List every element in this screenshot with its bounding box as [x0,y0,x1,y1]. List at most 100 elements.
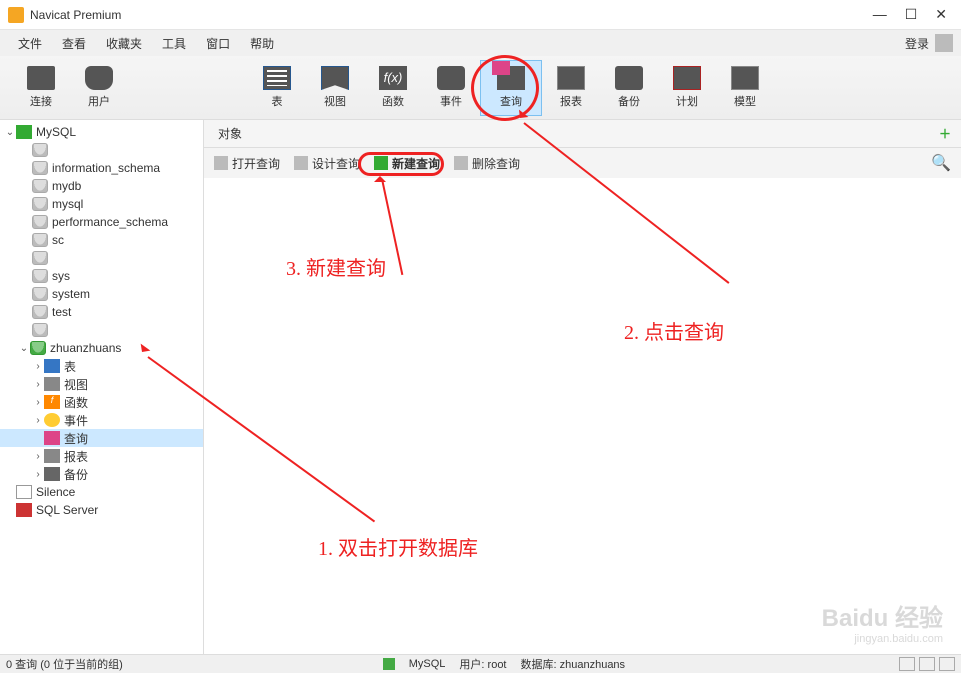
design-query-button[interactable]: 设计查询 [294,155,360,172]
tree-db[interactable]: sys [0,267,203,285]
search-icon: 🔍 [931,155,951,172]
database-icon [32,161,48,175]
query-icon [44,431,60,445]
tree-db[interactable]: information_schema [0,159,203,177]
connection-icon [16,125,32,139]
app-logo-icon [8,7,24,23]
tree-db[interactable]: mydb [0,177,203,195]
login-link[interactable]: 登录 [905,35,929,52]
view-icon [321,66,349,90]
toolbar-user-label: 用户 [88,93,110,109]
tree-node-label: 函数 [64,394,88,411]
toolbar-query-label: 查询 [500,93,522,109]
tab-objects[interactable]: 对象 [204,121,256,147]
tree-db-open[interactable]: ⌄ zhuanzhuans [0,339,203,357]
toolbar-query[interactable]: 查询 [480,60,542,116]
database-icon [32,233,48,247]
menu-tools[interactable]: 工具 [152,35,196,52]
backup-icon [44,467,60,481]
report-icon [557,66,585,90]
tree-node-label: 事件 [64,412,88,429]
menu-window[interactable]: 窗口 [196,35,240,52]
tree-db[interactable]: performance_schema [0,213,203,231]
open-icon [214,156,228,170]
toolbar-table-label: 表 [272,93,283,109]
toolbar-report[interactable]: 报表 [542,60,600,116]
tree-node-view[interactable]: ›视图 [0,375,203,393]
event-icon [437,66,465,90]
open-query-button[interactable]: 打开查询 [214,155,280,172]
tree-node-report[interactable]: ›报表 [0,447,203,465]
database-icon [32,269,48,283]
database-icon [32,143,48,157]
tree-node-function[interactable]: ›f函数 [0,393,203,411]
maximize-button[interactable]: ☐ [905,6,918,23]
toolbar-plan[interactable]: 计划 [658,60,716,116]
content-body [204,178,961,654]
toolbar-model[interactable]: 模型 [716,60,774,116]
tree-node-table[interactable]: ›表 [0,357,203,375]
view-grid-icon[interactable] [899,657,915,671]
status-db: 数据库: zhuanzhuans [521,656,626,672]
tab-row: 对象 ＋ [204,120,961,148]
tree-node-backup[interactable]: ›备份 [0,465,203,483]
database-icon [32,251,48,265]
design-icon [294,156,308,170]
tree-db[interactable] [0,321,203,339]
toolbar-backup[interactable]: 备份 [600,60,658,116]
toolbar-backup-label: 备份 [618,93,640,109]
minimize-button[interactable]: — [873,6,887,23]
database-icon [32,287,48,301]
toolbar-view[interactable]: 视图 [306,60,364,116]
tree-node-query[interactable]: 查询 [0,429,203,447]
view-list-icon[interactable] [919,657,935,671]
titlebar: Navicat Premium — ☐ ✕ [0,0,961,30]
delete-query-button[interactable]: 删除查询 [454,155,520,172]
tree-db-label: sys [52,269,70,283]
user-avatar-icon[interactable] [935,34,953,52]
report-icon [44,449,60,463]
toolbar-event-label: 事件 [440,93,462,109]
tree-db[interactable] [0,141,203,159]
backup-icon [615,66,643,90]
tree-node-label: 备份 [64,466,88,483]
tree-db[interactable] [0,249,203,267]
toolbar-function-label: 函数 [382,93,404,109]
new-query-label: 新建查询 [392,155,440,172]
toolbar-table[interactable]: 表 [248,60,306,116]
close-button[interactable]: ✕ [935,6,947,23]
tree-conn-mysql[interactable]: ⌄ MySQL [0,123,203,141]
toolbar-connect[interactable]: 连接 [12,60,70,116]
search-button[interactable]: 🔍 [931,153,951,173]
toolbar-report-label: 报表 [560,93,582,109]
query-toolbar: 打开查询 设计查询 新建查询 删除查询 🔍 [204,148,961,178]
toolbar-event[interactable]: 事件 [422,60,480,116]
tree-conn-silence[interactable]: Silence [0,483,203,501]
toolbar-user[interactable]: 用户 [70,60,128,116]
menu-favorites[interactable]: 收藏夹 [96,35,152,52]
tree-node-event[interactable]: ›事件 [0,411,203,429]
delete-query-label: 删除查询 [472,155,520,172]
view-detail-icon[interactable] [939,657,955,671]
tree-db[interactable]: mysql [0,195,203,213]
connection-tree[interactable]: ⌄ MySQL information_schema mydb mysql pe… [0,120,204,654]
tree-conn-label: MySQL [36,125,76,139]
toolbar-view-label: 视图 [324,93,346,109]
function-icon: f(x) [379,66,407,90]
tree-db-label: information_schema [52,161,160,175]
main-area: ⌄ MySQL information_schema mydb mysql pe… [0,120,961,654]
toolbar-model-label: 模型 [734,93,756,109]
tree-db[interactable]: system [0,285,203,303]
tree-node-label: 表 [64,358,76,375]
tree-db[interactable]: sc [0,231,203,249]
menu-help[interactable]: 帮助 [240,35,284,52]
tree-db[interactable]: test [0,303,203,321]
tree-conn-sqlserver[interactable]: SQL Server [0,501,203,519]
new-query-button[interactable]: 新建查询 [374,155,440,172]
toolbar-function[interactable]: f(x) 函数 [364,60,422,116]
status-conn: MySQL [409,658,446,670]
menu-file[interactable]: 文件 [8,35,52,52]
new-tab-button[interactable]: ＋ [939,125,951,142]
menu-view[interactable]: 查看 [52,35,96,52]
table-icon [263,66,291,90]
